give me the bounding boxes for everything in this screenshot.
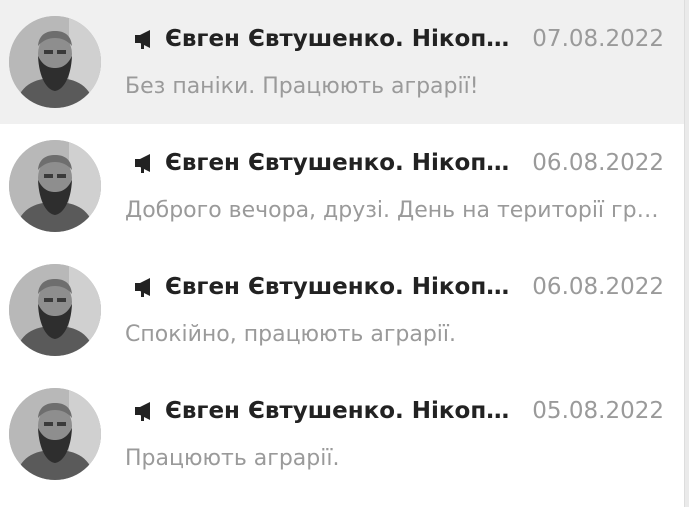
chat-date: 07.08.2022	[532, 26, 664, 52]
chat-list-item[interactable]: Євген Євтушенко. Нікопольська РВА 06.08.…	[0, 248, 684, 372]
chat-name: Євген Євтушенко. Нікопольська РВА	[165, 398, 510, 424]
megaphone-icon	[135, 30, 150, 49]
avatar	[9, 388, 101, 480]
chat-list-item[interactable]: Євген Євтушенко. Нікопольська РВА 07.08.…	[0, 0, 684, 124]
chat-preview: Без паніки. Працюють аграрії!	[125, 74, 479, 99]
chat-preview: Спокійно, працюють аграрії.	[125, 322, 457, 347]
chat-list: Євген Євтушенко. Нікопольська РВА 07.08.…	[0, 0, 684, 507]
megaphone-icon	[135, 154, 150, 173]
megaphone-icon	[135, 402, 150, 421]
megaphone-icon	[135, 278, 150, 297]
scrollbar[interactable]	[684, 0, 689, 507]
chat-date: 06.08.2022	[532, 150, 664, 176]
avatar	[9, 264, 101, 356]
chat-name: Євген Євтушенко. Нікопольська РВА	[165, 26, 510, 52]
chat-date: 06.08.2022	[532, 274, 664, 300]
avatar	[9, 16, 101, 108]
chat-list-item[interactable]: Євген Євтушенко. Нікопольська РВА 05.08.…	[0, 372, 684, 496]
avatar	[9, 140, 101, 232]
chat-list-item[interactable]: Євген Євтушенко. Нікопольська РВА 06.08.…	[0, 124, 684, 248]
chat-preview: Працюють аграрії.	[125, 446, 340, 471]
chat-name: Євген Євтушенко. Нікопольська РВА	[165, 274, 510, 300]
chat-date: 05.08.2022	[532, 398, 664, 424]
chat-preview: Доброго вечора, друзі. День на території…	[125, 198, 665, 223]
chat-name: Євген Євтушенко. Нікопольська РВА	[165, 150, 510, 176]
